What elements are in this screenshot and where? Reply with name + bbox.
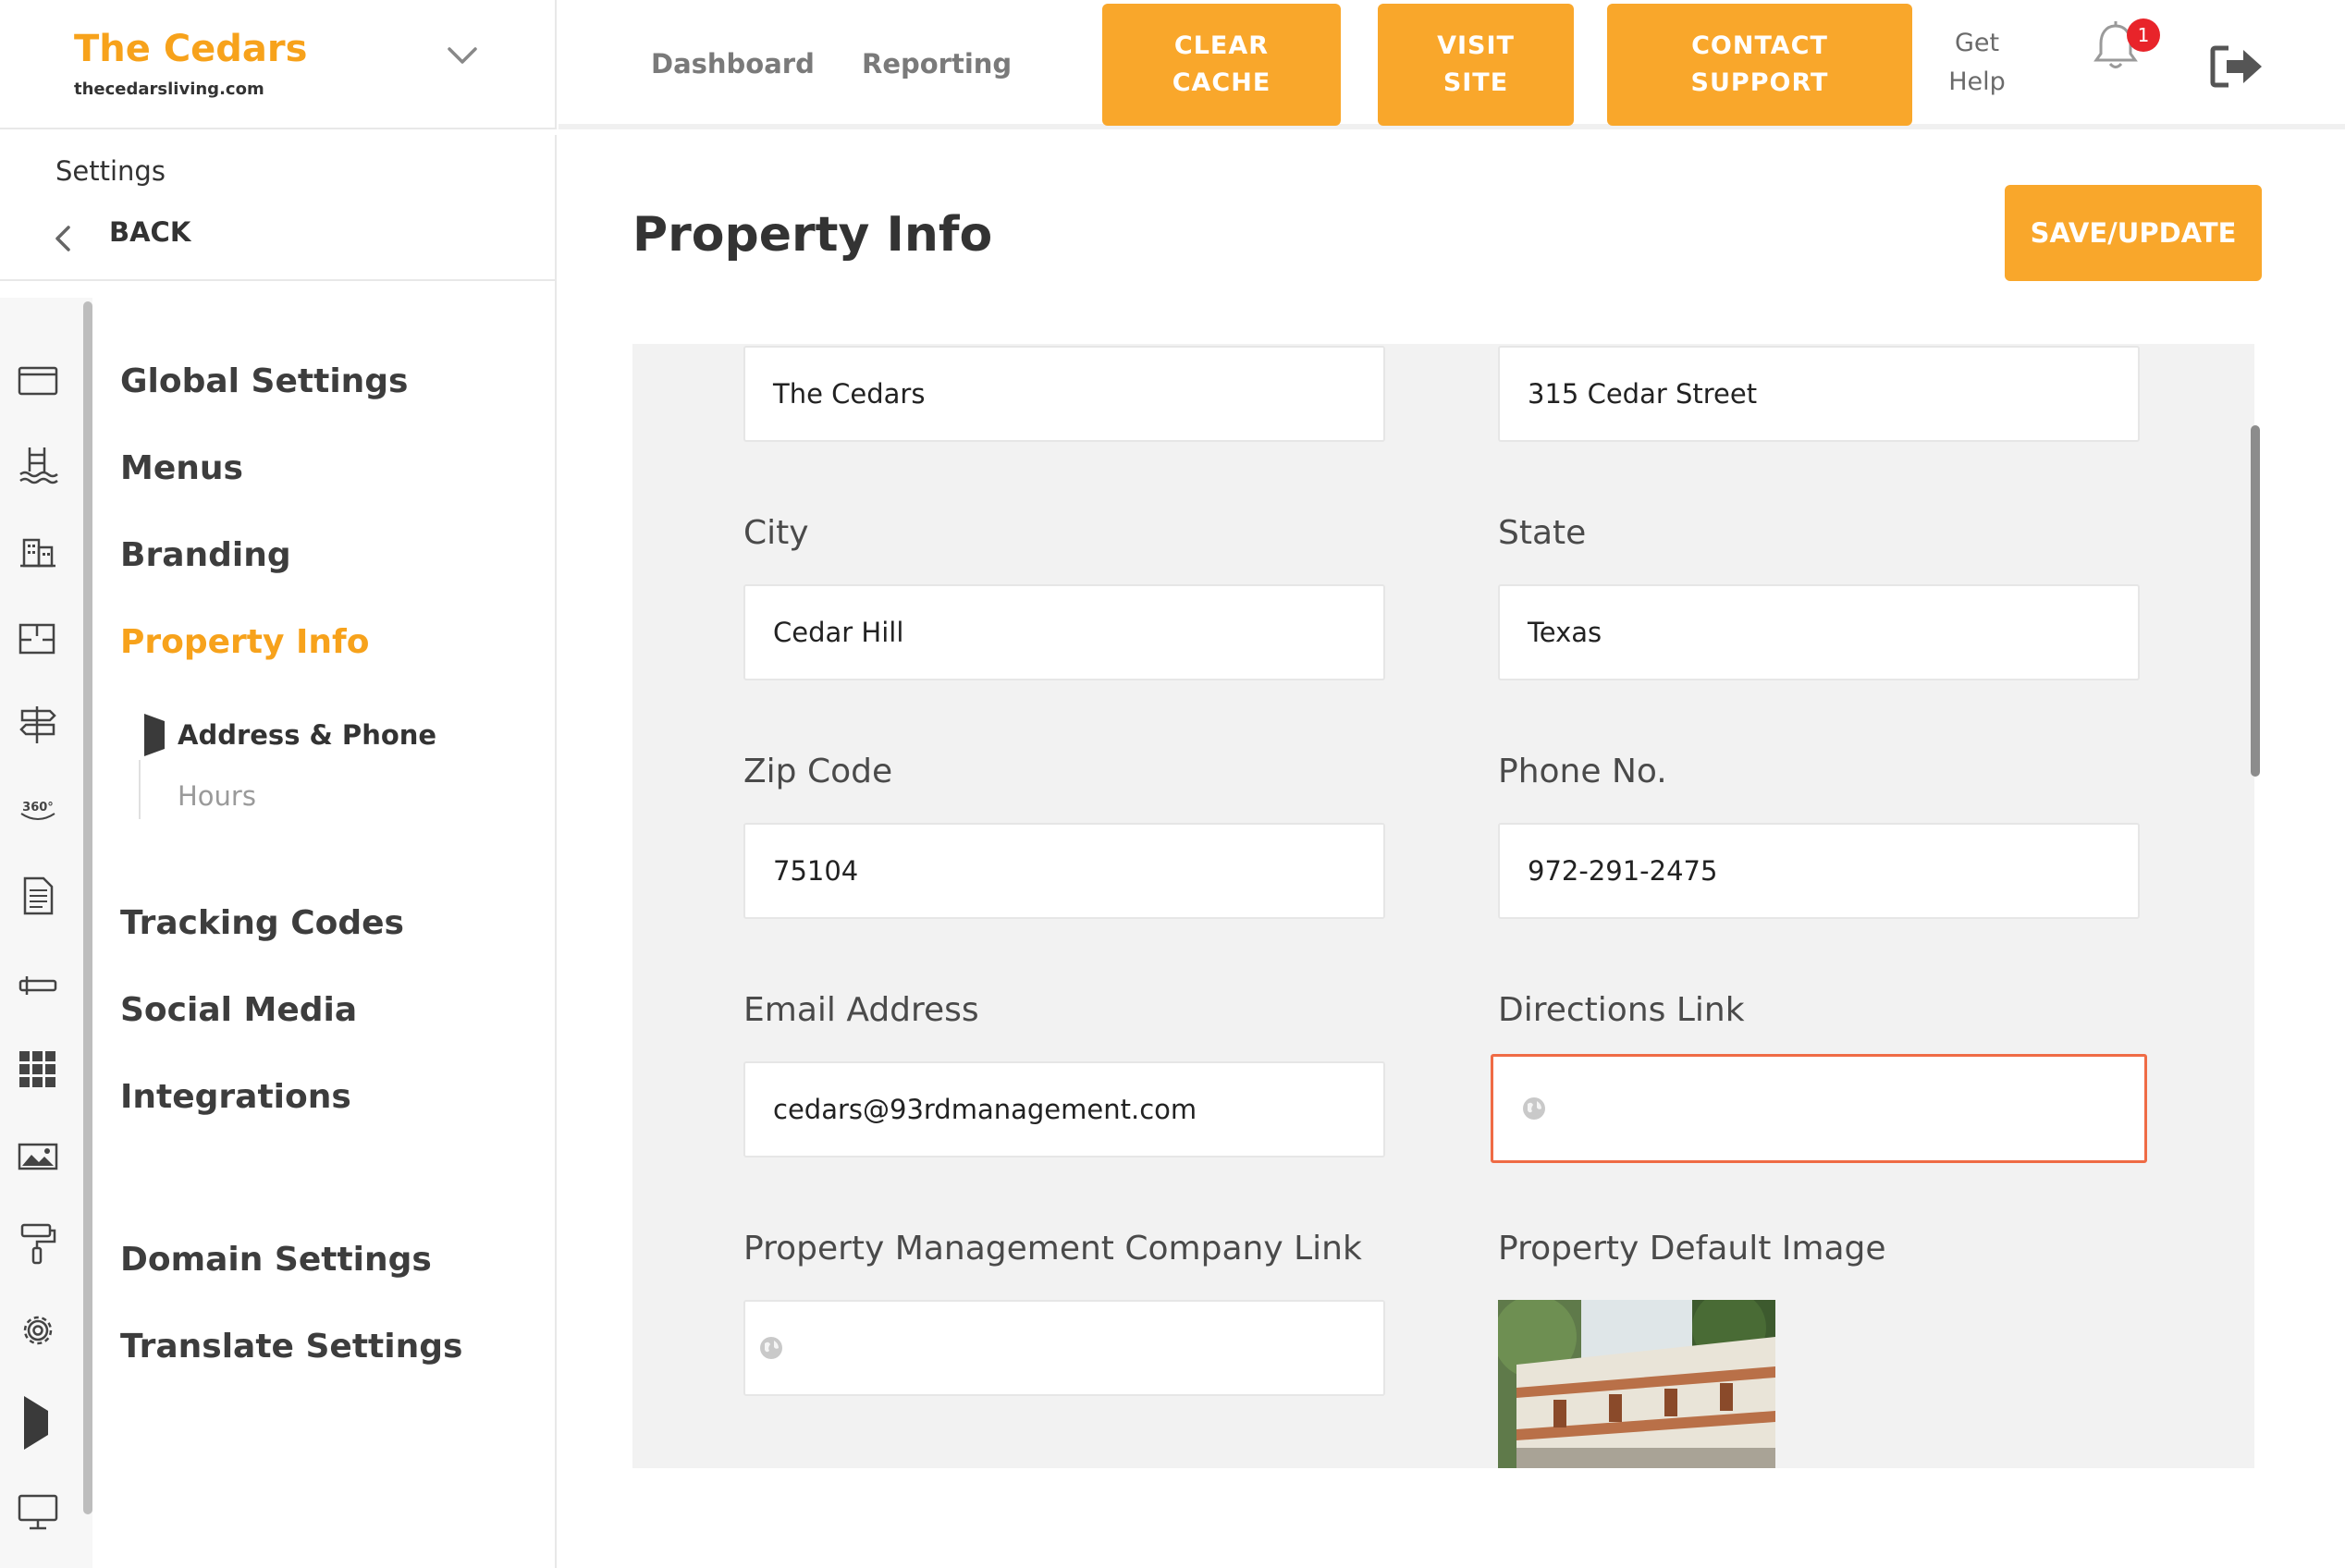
visit-site-button[interactable]: VISIT SITE xyxy=(1378,4,1574,126)
visit-site-label-1: VISIT xyxy=(1437,31,1515,60)
get-help-label-1: Get xyxy=(1954,29,2000,57)
phone-label: Phone No. xyxy=(1498,753,1667,790)
360-view-icon[interactable]: 360° xyxy=(17,790,59,832)
page-title: Property Info xyxy=(632,207,993,263)
get-help-link[interactable]: Get Help xyxy=(1931,24,2023,102)
document-icon[interactable] xyxy=(17,875,59,917)
property-domain: thecedarsliving.com xyxy=(74,80,264,99)
street-address-value: 315 Cedar Street xyxy=(1528,378,1758,410)
contact-support-label-2: SUPPORT xyxy=(1690,68,1829,97)
default-image-label: Property Default Image xyxy=(1498,1230,1886,1268)
street-address-field[interactable]: 315 Cedar Street xyxy=(1498,346,2140,442)
sidebar-item-translate-settings[interactable]: Translate Settings xyxy=(120,1328,462,1366)
nav-reporting[interactable]: Reporting xyxy=(862,48,1012,80)
contact-support-button[interactable]: CONTACT SUPPORT xyxy=(1607,4,1912,126)
monitor-icon[interactable] xyxy=(17,1490,59,1533)
get-help-label-2: Help xyxy=(1948,67,2006,96)
pm-link-label: Property Management Company Link xyxy=(743,1230,1362,1268)
nav-dashboard[interactable]: Dashboard xyxy=(651,48,815,80)
phone-field[interactable]: 972-291-2475 xyxy=(1498,823,2140,919)
sidebar-item-domain-settings[interactable]: Domain Settings xyxy=(120,1241,432,1279)
email-label: Email Address xyxy=(743,991,979,1029)
sidebar-divider xyxy=(0,279,555,281)
floorplan-icon[interactable] xyxy=(17,618,59,660)
property-name-value: The Cedars xyxy=(773,378,926,410)
state-label: State xyxy=(1498,514,1587,552)
sidebar-item-integrations[interactable]: Integrations xyxy=(120,1078,351,1116)
property-info-form: The Cedars 315 Cedar Street City State C… xyxy=(632,344,2254,1468)
sidebar-item-branding[interactable]: Branding xyxy=(120,536,291,574)
city-value: Cedar Hill xyxy=(773,617,904,648)
pm-link-field[interactable] xyxy=(743,1300,1385,1396)
phone-value: 972-291-2475 xyxy=(1528,855,1718,887)
browser-window-icon[interactable] xyxy=(17,359,59,401)
icon-rail-scrollbar[interactable] xyxy=(83,301,92,1514)
property-name-field[interactable]: The Cedars xyxy=(743,346,1385,442)
zip-value: 75104 xyxy=(773,855,859,887)
settings-sidebar: Settings BACK 360° Global Settings Menus… xyxy=(0,135,557,1568)
state-field[interactable]: Texas xyxy=(1498,584,2140,680)
subitem-guide-line xyxy=(139,760,141,819)
active-subitem-marker-icon xyxy=(144,714,165,756)
chevron-down-icon[interactable] xyxy=(442,35,483,76)
chevron-left-icon[interactable] xyxy=(52,222,74,255)
property-name: The Cedars xyxy=(74,28,308,70)
sidebar-item-menus[interactable]: Menus xyxy=(120,449,243,487)
contact-support-label-1: CONTACT xyxy=(1691,31,1828,60)
play-marker-icon[interactable] xyxy=(17,1394,59,1452)
sidebar-item-tracking-codes[interactable]: Tracking Codes xyxy=(120,904,404,942)
back-button[interactable]: BACK xyxy=(109,216,190,248)
property-selector[interactable]: The Cedars thecedarsliving.com xyxy=(0,0,557,129)
globe-icon xyxy=(760,1337,782,1359)
apartment-photo xyxy=(1498,1300,1775,1468)
state-value: Texas xyxy=(1528,617,1602,648)
city-label: City xyxy=(743,514,809,552)
image-icon[interactable] xyxy=(17,1135,59,1178)
svg-text:360°: 360° xyxy=(22,801,54,815)
zip-label: Zip Code xyxy=(743,753,893,790)
sidebar-item-global-settings[interactable]: Global Settings xyxy=(120,362,408,400)
zip-field[interactable]: 75104 xyxy=(743,823,1385,919)
email-field[interactable]: cedars@93rdmanagement.com xyxy=(743,1061,1385,1158)
clear-cache-label-1: CLEAR xyxy=(1173,31,1270,60)
sidebar-subitem-address-phone[interactable]: Address & Phone xyxy=(178,719,436,751)
paint-roller-icon[interactable] xyxy=(17,1222,59,1265)
signpost-icon[interactable] xyxy=(17,703,59,745)
top-bar: Dashboard Reporting CLEAR CACHE VISIT SITE… xyxy=(559,0,2345,129)
sidebar-item-social-media[interactable]: Social Media xyxy=(120,991,357,1029)
save-update-button[interactable]: SAVE/UPDATE xyxy=(2005,185,2262,281)
gear-icon[interactable] xyxy=(17,1309,59,1352)
sidebar-subitem-hours[interactable]: Hours xyxy=(178,780,256,812)
app-root: The Cedars thecedarsliving.com Dashboard… xyxy=(0,0,2345,1568)
pool-icon[interactable] xyxy=(17,444,59,486)
globe-icon xyxy=(1523,1097,1545,1120)
logout-icon[interactable] xyxy=(2210,44,2265,89)
city-field[interactable]: Cedar Hill xyxy=(743,584,1385,680)
notification-count-badge: 1 xyxy=(2127,18,2160,52)
clear-cache-button[interactable]: CLEAR CACHE xyxy=(1102,4,1341,126)
directions-label: Directions Link xyxy=(1498,991,1745,1029)
directions-link-field[interactable] xyxy=(1491,1054,2147,1163)
key-icon[interactable] xyxy=(17,963,59,1006)
default-image-thumbnail[interactable] xyxy=(1498,1300,1775,1468)
email-value: cedars@93rdmanagement.com xyxy=(773,1094,1197,1125)
clear-cache-label-2: CACHE xyxy=(1172,68,1271,97)
sidebar-header: Settings xyxy=(55,155,166,187)
visit-site-label-2: SITE xyxy=(1443,68,1509,97)
buildings-icon[interactable] xyxy=(17,531,59,573)
icon-rail xyxy=(0,298,92,1568)
sidebar-item-property-info[interactable]: Property Info xyxy=(120,623,369,661)
form-scrollbar[interactable] xyxy=(2251,425,2260,777)
grid-apps-icon[interactable] xyxy=(17,1048,59,1091)
